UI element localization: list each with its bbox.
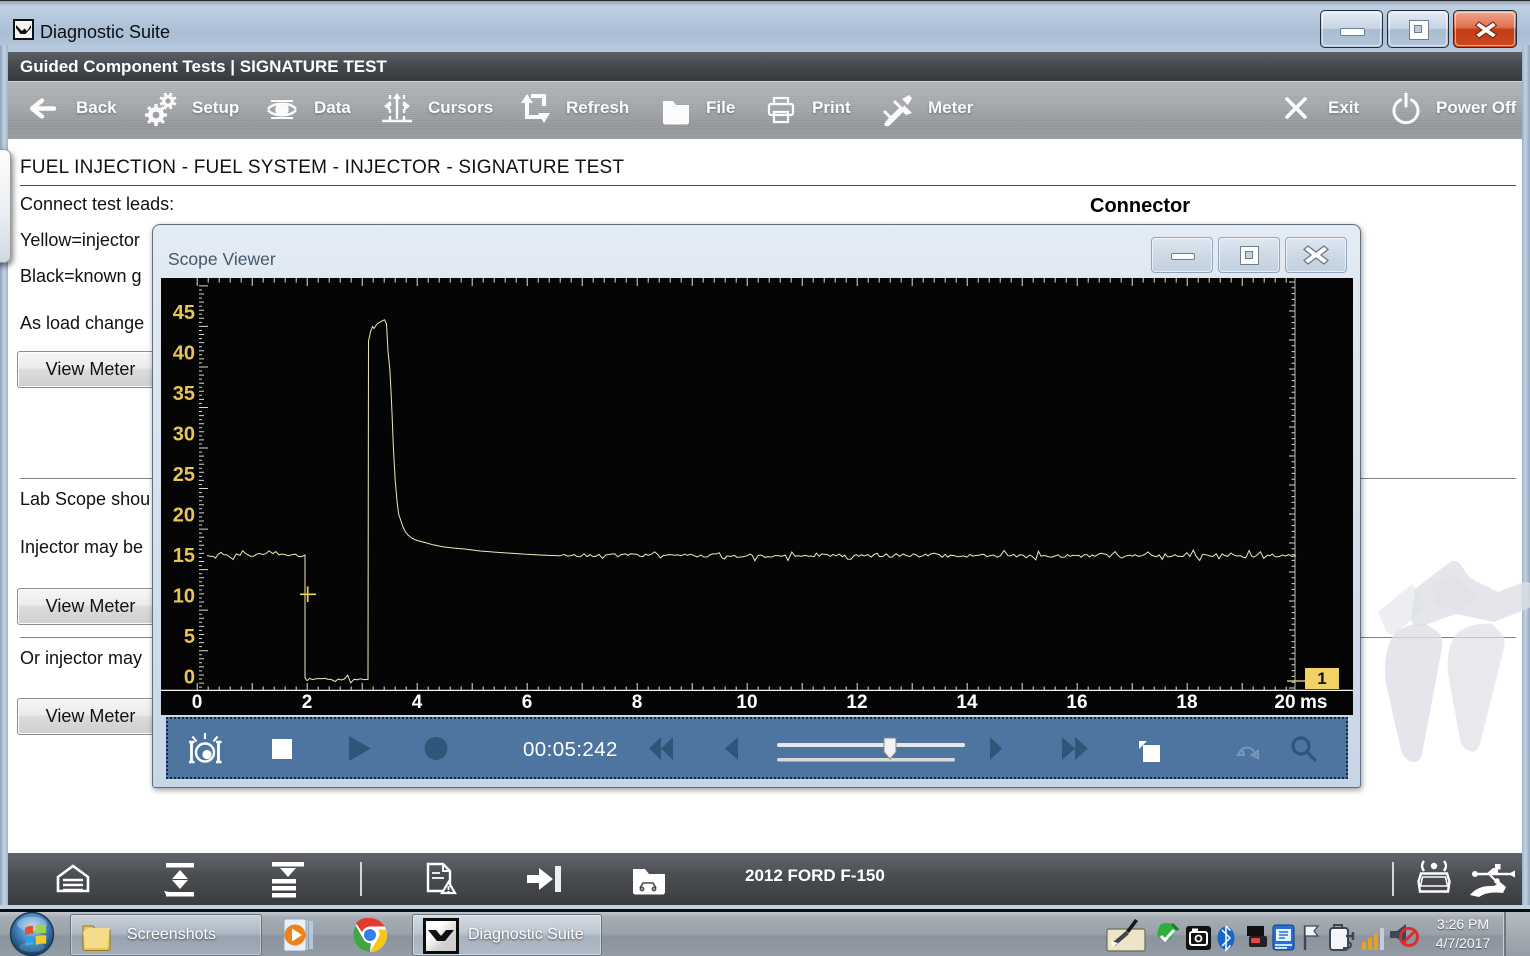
- svg-text:30: 30: [173, 424, 195, 446]
- svg-text:25: 25: [173, 464, 195, 486]
- svg-text:0: 0: [184, 667, 195, 689]
- svg-text:10: 10: [173, 586, 195, 608]
- svg-text:45: 45: [173, 302, 195, 324]
- svg-text:40: 40: [173, 342, 195, 364]
- svg-text:35: 35: [173, 383, 195, 405]
- svg-text:15: 15: [173, 545, 195, 567]
- svg-text:20: 20: [173, 505, 195, 527]
- svg-text:5: 5: [184, 626, 195, 648]
